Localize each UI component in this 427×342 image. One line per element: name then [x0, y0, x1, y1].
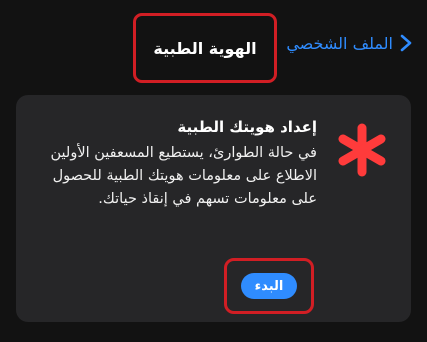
chevron-right-icon — [397, 34, 415, 52]
start-button[interactable]: البدء — [241, 273, 297, 299]
back-button[interactable]: الملف الشخصي — [286, 28, 415, 58]
medical-asterisk-icon — [335, 123, 389, 177]
page-title: الهوية الطبية — [153, 38, 257, 58]
back-button-label: الملف الشخصي — [286, 33, 393, 53]
medical-id-setup-card: إعداد هويتك الطبية في حالة الطوارئ، يستط… — [16, 95, 411, 322]
card-description: في حالة الطوارئ، يستطيع المسعفين الأولين… — [50, 145, 317, 207]
card-title: إعداد هويتك الطبية — [177, 118, 317, 136]
start-button-highlight: البدء — [224, 258, 314, 314]
page-title-highlight: الهوية الطبية — [133, 13, 277, 83]
